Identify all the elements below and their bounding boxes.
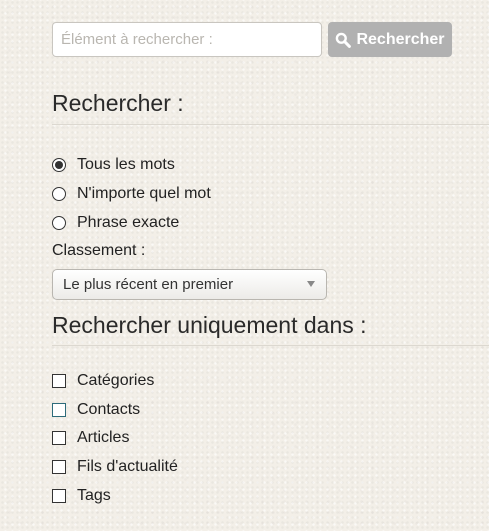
checkbox-tags[interactable]: Tags bbox=[52, 485, 111, 507]
search-icon bbox=[335, 32, 352, 48]
ordering-select[interactable]: Le plus récent en premier bbox=[52, 269, 327, 300]
radio-button[interactable] bbox=[52, 158, 66, 172]
radio-label: Tous les mots bbox=[77, 156, 175, 173]
checkbox-contacts[interactable]: Contacts bbox=[52, 399, 140, 421]
radio-label: N'importe quel mot bbox=[77, 185, 211, 202]
radio-button[interactable] bbox=[52, 216, 66, 230]
checkbox[interactable] bbox=[52, 431, 66, 445]
radio-all-words[interactable]: Tous les mots bbox=[52, 154, 175, 176]
checkbox-label: Catégories bbox=[77, 372, 155, 389]
radio-button[interactable] bbox=[52, 187, 66, 201]
checkbox[interactable] bbox=[52, 374, 66, 388]
radio-exact-phrase[interactable]: Phrase exacte bbox=[52, 212, 179, 234]
checkbox-label: Tags bbox=[77, 487, 111, 504]
search-input[interactable] bbox=[52, 22, 322, 57]
divider bbox=[52, 345, 489, 346]
checkbox-label: Articles bbox=[77, 429, 130, 446]
checkbox[interactable] bbox=[52, 403, 66, 417]
ordering-label: Classement : bbox=[52, 242, 146, 259]
search-areas-heading: Rechercher uniquement dans : bbox=[52, 312, 367, 338]
radio-any-word[interactable]: N'importe quel mot bbox=[52, 183, 211, 205]
checkbox[interactable] bbox=[52, 460, 66, 474]
checkbox-label: Contacts bbox=[77, 401, 141, 418]
search-button[interactable]: Rechercher bbox=[328, 22, 452, 57]
divider bbox=[52, 124, 489, 125]
checkbox-categories[interactable]: Catégories bbox=[52, 370, 154, 392]
checkbox[interactable] bbox=[52, 489, 66, 503]
chevron-down-icon bbox=[307, 281, 315, 287]
search-for-heading: Rechercher : bbox=[52, 90, 184, 116]
checkbox-articles[interactable]: Articles bbox=[52, 427, 129, 449]
checkbox-newsfeeds[interactable]: Fils d'actualité bbox=[52, 456, 178, 478]
checkbox-label: Fils d'actualité bbox=[77, 458, 178, 475]
radio-label: Phrase exacte bbox=[77, 214, 180, 231]
search-button-label: Rechercher bbox=[356, 30, 445, 48]
ordering-select-value: Le plus récent en premier bbox=[63, 276, 234, 293]
